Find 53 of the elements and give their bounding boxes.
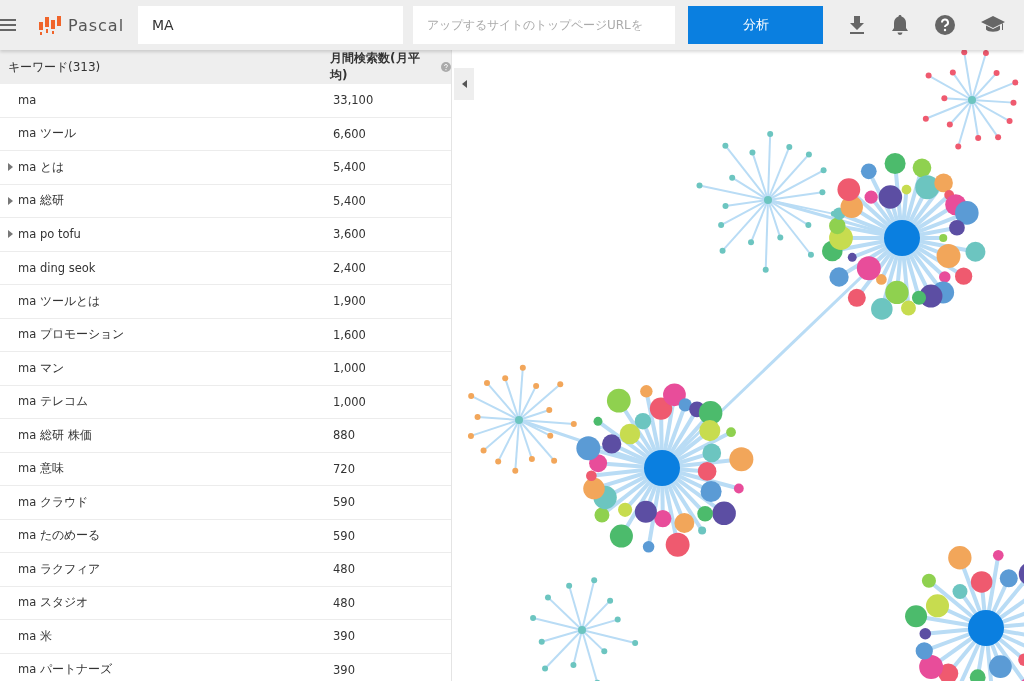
- url-field[interactable]: アップするサイトのトップページURLを: [413, 6, 675, 44]
- volume-cell: 2,400: [333, 260, 366, 275]
- collapse-button[interactable]: [454, 68, 474, 100]
- volume-cell: 590: [333, 528, 355, 543]
- expand-icon[interactable]: [8, 163, 13, 172]
- keyword-cell: ma ツール: [18, 126, 76, 142]
- volume-cell: 480: [333, 562, 355, 577]
- logo-text: Pascal: [68, 15, 125, 35]
- volume-cell: 1,000: [333, 361, 366, 376]
- volume-cell: 480: [333, 595, 355, 610]
- keyword-cell: ma po tofu: [18, 227, 81, 242]
- volume-cell: 5,400: [333, 160, 366, 175]
- keyword-cell: ma 総研 株価: [18, 427, 92, 443]
- logo-icon: [38, 14, 62, 36]
- keyword-cell: ma ラクフィア: [18, 561, 100, 577]
- volume-cell: 33,100: [333, 93, 374, 108]
- help-icon[interactable]: [935, 15, 955, 35]
- column-header[interactable]: 月間検索数(月平均): [330, 50, 437, 84]
- keyword-cell: ma ding seok: [18, 260, 96, 275]
- analyze-button[interactable]: 分析: [688, 6, 823, 44]
- keyword-cell: ma とは: [18, 159, 64, 175]
- keyword-cell: ma 総研: [18, 193, 64, 209]
- keyword-cell: ma: [18, 93, 37, 108]
- menu-icon[interactable]: [0, 19, 16, 31]
- graduation-cap-icon[interactable]: [981, 16, 1005, 34]
- keyword-cell: ma パートナーズ: [18, 662, 112, 678]
- expand-icon[interactable]: [8, 230, 13, 239]
- volume-cell: 5,400: [333, 193, 366, 208]
- keyword-cell: ma クラウド: [18, 494, 88, 510]
- keyword-cell: ma たのめーる: [18, 528, 100, 544]
- volume-cell: 390: [333, 629, 355, 644]
- bell-icon[interactable]: [891, 15, 909, 35]
- volume-cell: 1,000: [333, 394, 366, 409]
- volume-cell: 880: [333, 428, 355, 443]
- keyword-cell: ma ツールとは: [18, 293, 100, 309]
- volume-cell: 720: [333, 461, 355, 476]
- keyword-cell: ma プロモーション: [18, 327, 124, 343]
- volume-cell: 3,600: [333, 227, 366, 242]
- keyword-cell: ma 米: [18, 628, 52, 644]
- keyword-cell: ma スタジオ: [18, 595, 88, 611]
- keyword-cell: ma テレコム: [18, 394, 88, 410]
- volume-cell: 1,600: [333, 327, 366, 342]
- caret-left-icon: [461, 80, 467, 88]
- volume-cell: 390: [333, 662, 355, 677]
- volume-cell: 590: [333, 495, 355, 510]
- keyword-cell: ma マン: [18, 360, 64, 376]
- keyword-cell: ma 意味: [18, 461, 64, 477]
- download-icon[interactable]: [849, 16, 865, 34]
- volume-cell: 1,900: [333, 294, 366, 309]
- volume-cell: 6,600: [333, 126, 366, 141]
- expand-icon[interactable]: [8, 196, 13, 205]
- keyword-field[interactable]: MA: [138, 6, 403, 44]
- column-header[interactable]: キーワード(313): [0, 58, 331, 76]
